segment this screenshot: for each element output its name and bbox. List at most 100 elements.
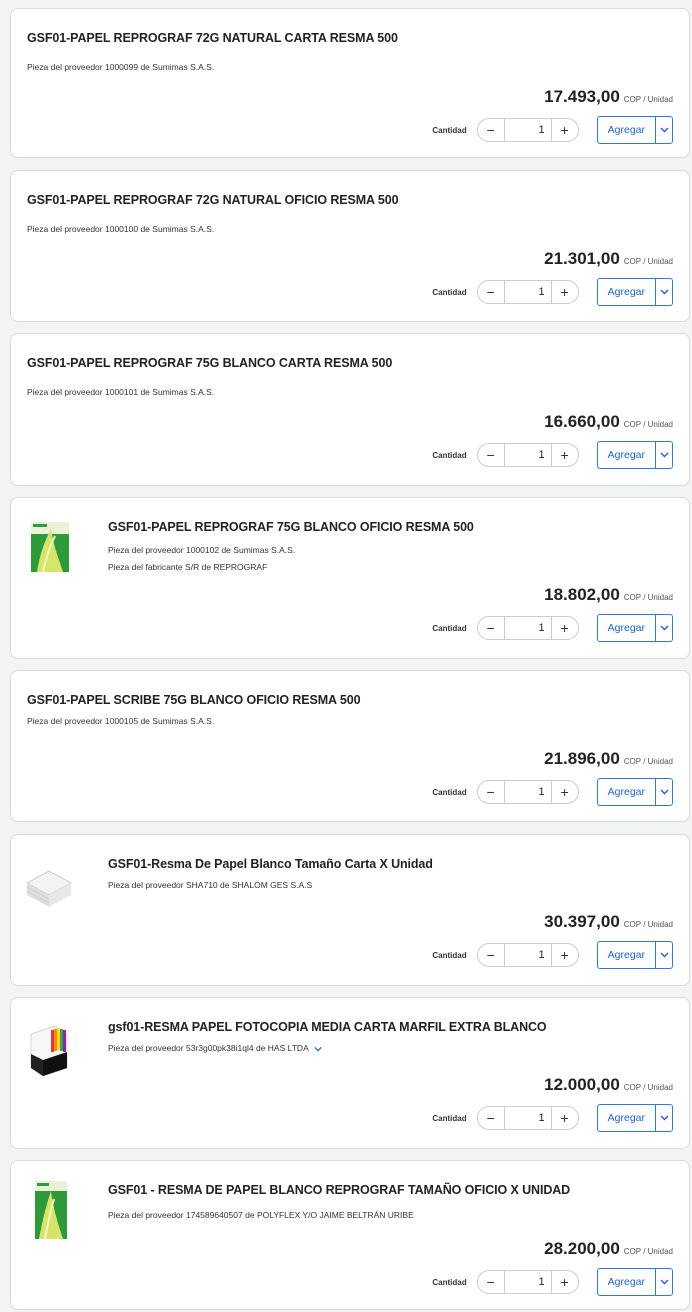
decrement-button[interactable]: −	[478, 1107, 505, 1129]
price-amount: 21.896,00	[544, 749, 620, 768]
price-unit: COP / Unidad	[623, 593, 673, 602]
purchase-controls: Cantidad − 1 + Agregar	[432, 778, 673, 806]
price: 12.000,00 COP / Unidad	[544, 1075, 673, 1095]
purchase-controls: Cantidad − 1 + Agregar	[432, 1268, 673, 1296]
quantity-label: Cantidad	[432, 287, 467, 297]
add-button-group: Agregar	[596, 941, 673, 969]
product-title[interactable]: GSF01-PAPEL REPROGRAF 72G NATURAL CARTA …	[27, 31, 398, 45]
decrement-button[interactable]: −	[478, 281, 505, 303]
price: 21.896,00 COP / Unidad	[544, 749, 673, 769]
add-options-button[interactable]	[655, 615, 672, 641]
purchase-controls: Cantidad − 1 + Agregar	[432, 614, 673, 642]
quantity-input[interactable]: 1	[505, 449, 551, 461]
supplier-part: Pieza del proveedor 1000105 de Sumimas S…	[27, 716, 215, 726]
chevron-down-icon[interactable]	[313, 1045, 322, 1053]
product-card: GSF01-Resma De Papel Blanco Tamaño Carta…	[10, 834, 690, 986]
product-card: GSF01-PAPEL REPROGRAF 75G BLANCO OFICIO …	[10, 497, 690, 659]
quantity-input[interactable]: 1	[505, 1112, 551, 1124]
price-unit: COP / Unidad	[623, 757, 673, 766]
supplier-part: Pieza del proveedor 1000099 de Sumimas S…	[27, 62, 215, 72]
quantity-input[interactable]: 1	[505, 949, 551, 961]
quantity-label: Cantidad	[432, 787, 467, 797]
add-button-group: Agregar	[596, 1104, 673, 1132]
price-unit: COP / Unidad	[623, 1247, 673, 1256]
increment-button[interactable]: +	[550, 944, 578, 966]
quantity-stepper: − 1 +	[476, 118, 579, 142]
quantity-label: Cantidad	[432, 450, 467, 460]
add-to-cart-button[interactable]: Agregar	[598, 279, 655, 305]
quantity-input[interactable]: 1	[505, 1276, 551, 1288]
increment-button[interactable]: +	[550, 781, 578, 803]
add-options-button[interactable]	[655, 942, 672, 968]
product-title[interactable]: GSF01-PAPEL REPROGRAF 72G NATURAL OFICIO…	[27, 193, 399, 207]
quantity-label: Cantidad	[432, 125, 467, 135]
increment-button[interactable]: +	[550, 119, 578, 141]
product-card: GSF01-PAPEL REPROGRAF 72G NATURAL OFICIO…	[10, 170, 690, 322]
product-card: GSF01-PAPEL REPROGRAF 75G BLANCO CARTA R…	[10, 333, 690, 486]
product-image[interactable]	[25, 1020, 73, 1076]
product-card: GSF01 - RESMA DE PAPEL BLANCO REPROGRAF …	[10, 1160, 690, 1310]
quantity-input[interactable]: 1	[505, 286, 551, 298]
add-to-cart-button[interactable]: Agregar	[598, 442, 655, 468]
product-image[interactable]	[31, 1177, 71, 1243]
increment-button[interactable]: +	[550, 617, 578, 639]
price-amount: 12.000,00	[544, 1075, 620, 1094]
add-to-cart-button[interactable]: Agregar	[598, 1105, 655, 1131]
increment-button[interactable]: +	[550, 1271, 578, 1293]
product-title[interactable]: GSF01-PAPEL SCRIBE 75G BLANCO OFICIO RES…	[27, 693, 361, 707]
quantity-stepper: − 1 +	[476, 780, 579, 804]
product-title[interactable]: GSF01 - RESMA DE PAPEL BLANCO REPROGRAF …	[108, 1183, 570, 1197]
chevron-down-icon	[660, 789, 668, 795]
quantity-input[interactable]: 1	[505, 622, 551, 634]
quantity-stepper: − 1 +	[476, 943, 579, 967]
supplier-part: Pieza del proveedor 1000100 de Sumimas S…	[27, 224, 215, 234]
add-button-group: Agregar	[596, 778, 673, 806]
price-unit: COP / Unidad	[623, 95, 673, 104]
decrement-button[interactable]: −	[478, 781, 505, 803]
product-title[interactable]: GSF01-PAPEL REPROGRAF 75G BLANCO CARTA R…	[27, 356, 392, 370]
purchase-controls: Cantidad − 1 + Agregar	[432, 441, 673, 469]
quantity-stepper: − 1 +	[476, 443, 579, 467]
product-image[interactable]	[23, 861, 75, 911]
supplier-part: Pieza del proveedor 1000101 de Sumimas S…	[27, 387, 215, 397]
product-title[interactable]: GSF01-Resma De Papel Blanco Tamaño Carta…	[108, 857, 433, 871]
product-image[interactable]	[27, 518, 73, 576]
decrement-button[interactable]: −	[478, 444, 505, 466]
decrement-button[interactable]: −	[478, 119, 505, 141]
price-unit: COP / Unidad	[623, 420, 673, 429]
add-options-button[interactable]	[655, 117, 672, 143]
chevron-down-icon	[660, 952, 668, 958]
add-options-button[interactable]	[655, 1269, 672, 1295]
purchase-controls: Cantidad − 1 + Agregar	[432, 278, 673, 306]
add-to-cart-button[interactable]: Agregar	[598, 779, 655, 805]
decrement-button[interactable]: −	[478, 944, 505, 966]
quantity-input[interactable]: 1	[505, 124, 551, 136]
increment-button[interactable]: +	[550, 444, 578, 466]
add-button-group: Agregar	[596, 1268, 673, 1296]
product-title[interactable]: GSF01-PAPEL REPROGRAF 75G BLANCO OFICIO …	[108, 520, 474, 534]
supplier-part: Pieza del proveedor 174589640507 de POLY…	[108, 1210, 414, 1220]
add-options-button[interactable]	[655, 1105, 672, 1131]
product-title[interactable]: gsf01-RESMA PAPEL FOTOCOPIA MEDIA CARTA …	[108, 1020, 547, 1034]
add-to-cart-button[interactable]: Agregar	[598, 117, 655, 143]
decrement-button[interactable]: −	[478, 617, 505, 639]
add-to-cart-button[interactable]: Agregar	[598, 1269, 655, 1295]
price-unit: COP / Unidad	[623, 1083, 673, 1092]
add-options-button[interactable]	[655, 779, 672, 805]
add-to-cart-button[interactable]: Agregar	[598, 942, 655, 968]
supplier-part: Pieza del proveedor SHA710 de SHALOM GES…	[108, 880, 313, 890]
add-options-button[interactable]	[655, 442, 672, 468]
purchase-controls: Cantidad − 1 + Agregar	[432, 1104, 673, 1132]
add-options-button[interactable]	[655, 279, 672, 305]
add-button-group: Agregar	[596, 614, 673, 642]
manufacturer-part: Pieza del fabricante S/R de REPROGRAF	[108, 562, 268, 572]
decrement-button[interactable]: −	[478, 1271, 505, 1293]
purchase-controls: Cantidad − 1 + Agregar	[432, 941, 673, 969]
purchase-controls: Cantidad − 1 + Agregar	[432, 116, 673, 144]
increment-button[interactable]: +	[550, 1107, 578, 1129]
increment-button[interactable]: +	[550, 281, 578, 303]
chevron-down-icon	[660, 127, 668, 133]
quantity-stepper: − 1 +	[476, 280, 579, 304]
add-to-cart-button[interactable]: Agregar	[598, 615, 655, 641]
quantity-input[interactable]: 1	[505, 786, 551, 798]
